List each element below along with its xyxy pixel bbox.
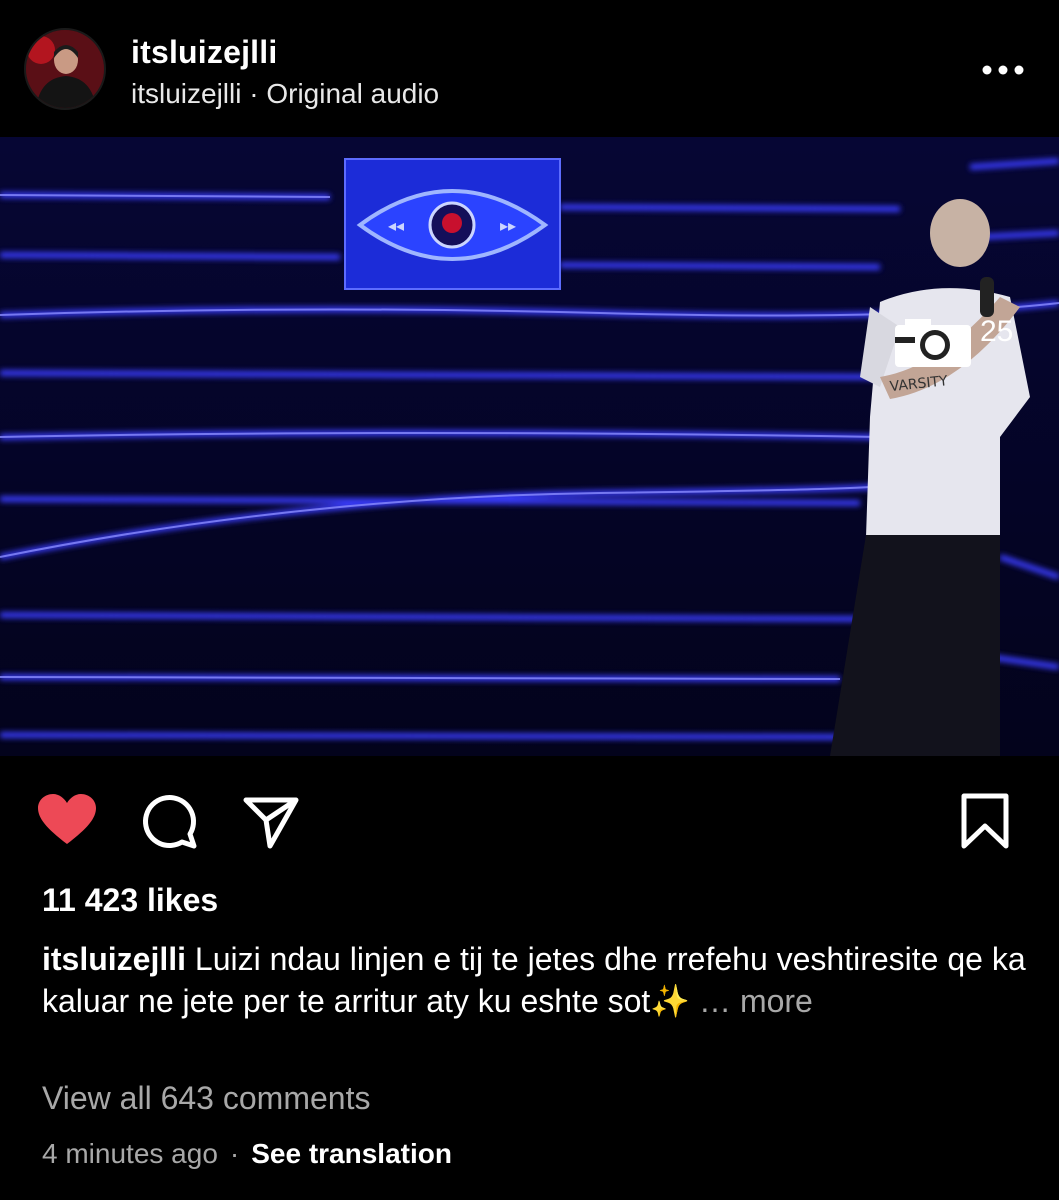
- like-button[interactable]: [36, 792, 98, 853]
- bookmark-icon: [961, 793, 1009, 849]
- comment-button[interactable]: [140, 792, 198, 855]
- post-username[interactable]: itsluizejlli: [131, 34, 277, 71]
- avatar[interactable]: [24, 28, 106, 110]
- video-player[interactable]: ◂◂ ▸▸ VARSITY 25: [0, 137, 1059, 756]
- slide-counter: 25: [980, 315, 1014, 348]
- svg-text:◂◂: ◂◂: [388, 216, 404, 235]
- post-header: itsluizejlli itsluizejlli · Original aud…: [0, 0, 1059, 136]
- caption-more-link[interactable]: more: [740, 983, 813, 1019]
- subline-username[interactable]: itsluizejlli: [131, 78, 241, 109]
- video-frame: ◂◂ ▸▸ VARSITY: [0, 137, 1059, 756]
- original-audio-link[interactable]: Original audio: [266, 78, 439, 109]
- post-subline: itsluizejlli · Original audio: [131, 78, 439, 110]
- heart-filled-icon: [38, 794, 96, 844]
- share-button[interactable]: [242, 792, 300, 855]
- more-options-icon[interactable]: [980, 60, 1026, 80]
- action-bar: [0, 780, 1059, 856]
- svg-text:▸▸: ▸▸: [500, 216, 516, 235]
- view-all-comments-link[interactable]: View all 643 comments: [42, 1080, 370, 1117]
- like-count[interactable]: 11 423 likes: [42, 882, 218, 919]
- caption-username[interactable]: itsluizejlli: [42, 941, 186, 977]
- subline-separator: ·: [241, 78, 267, 109]
- post-meta: 4 minutes ago · See translation: [42, 1138, 452, 1170]
- save-button[interactable]: [958, 792, 1012, 855]
- camera-sticker-icon: [893, 317, 983, 369]
- caption-ellipsis: …: [699, 983, 740, 1019]
- post-caption: itsluizejlli Luizi ndau linjen e tij te …: [42, 938, 1032, 1022]
- paper-plane-icon: [243, 797, 299, 849]
- comment-icon: [143, 795, 197, 849]
- post-timestamp: 4 minutes ago: [42, 1138, 218, 1169]
- see-translation-link[interactable]: See translation: [251, 1138, 452, 1169]
- meta-separator: ·: [229, 1138, 240, 1169]
- caption-text: Luizi ndau linjen e tij te jetes dhe rre…: [42, 941, 1026, 1019]
